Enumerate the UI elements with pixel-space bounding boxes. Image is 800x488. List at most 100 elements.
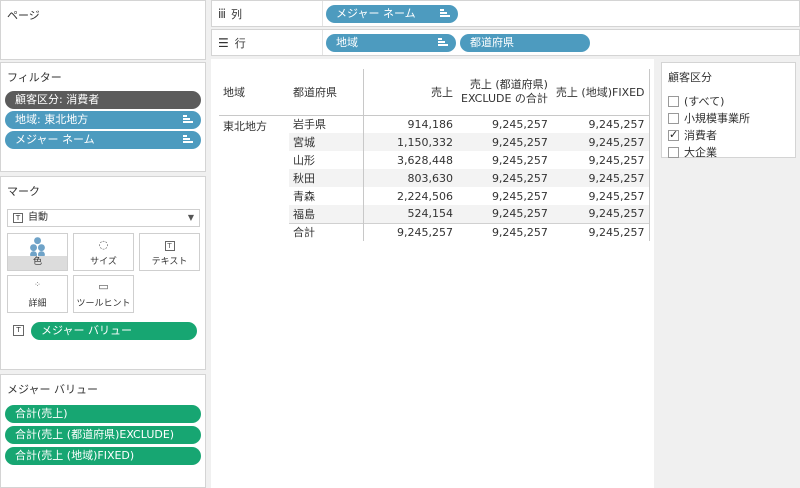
columns-shelf[interactable]: iii 列 メジャー ネーム [211,0,800,27]
rows-label-text: 行 [234,37,246,50]
crosstab-table: 地域 都道府県 売上 売上 (都道府県) EXCLUDE の合計 売上 (地域)… [219,69,650,241]
customer-segment-title: 顧客区分 [668,71,712,84]
header-region[interactable]: 地域 [219,69,289,116]
measure-pill-sum-fixed[interactable]: 合計(売上 (地域)FIXED) [5,447,201,465]
pill-label: 地域: 東北地方 [15,113,89,126]
mark-type-dropdown[interactable]: T 自動 ▼ [7,209,200,227]
columns-pill-measure-names[interactable]: メジャー ネーム [326,5,458,23]
total-sales-cell[interactable]: 9,245,257 [363,222,457,241]
pill-label: 合計(売上 (都道府県)EXCLUDE) [15,428,175,441]
checkbox-checked[interactable] [668,128,679,141]
size-button-label: サイズ [90,257,117,267]
filter-option-consumer[interactable]: 消費者 [668,127,717,143]
sort-icon [438,38,448,48]
header-fixed[interactable]: 売上 (地域)FIXED [551,69,650,116]
marks-pill-measure-values[interactable]: メジャー バリュー [31,322,197,340]
pages-panel-title: ページ [7,9,40,22]
customer-segment-filter-card[interactable]: 顧客区分 (すべて) 小規模事業所 消費者 大企業 [661,62,796,160]
pill-label: 顧客区分: 消費者 [15,93,100,106]
total-exclude-cell[interactable]: 9,245,257 [457,222,552,241]
tooltip-button-label: ツールヒント [76,299,131,309]
prefecture-cell[interactable]: 山形 [289,151,364,169]
exclude-cell[interactable]: 9,245,257 [457,187,552,205]
filter-pill-measure-names[interactable]: メジャー ネーム [5,131,201,149]
filter-pill-region[interactable]: 地域: 東北地方 [5,111,201,129]
rows-icon: ☰ [218,36,229,50]
fixed-cell[interactable]: 9,245,257 [551,115,650,133]
sales-cell[interactable]: 3,628,448 [363,151,457,169]
prefecture-cell[interactable]: 秋田 [289,169,364,187]
checkbox[interactable] [668,112,679,124]
total-label-cell[interactable]: 合計 [289,222,364,241]
header-sales[interactable]: 売上 [363,69,457,116]
filters-panel-title: フィルター [7,71,62,84]
shelf-divider [322,30,323,55]
exclude-cell[interactable]: 9,245,257 [457,205,552,223]
size-button[interactable]: ◌ サイズ [73,233,134,271]
filter-option-label: 小規模事業所 [684,112,750,125]
header-row: 地域 都道府県 売上 売上 (都道府県) EXCLUDE の合計 売上 (地域)… [219,69,650,116]
filter-option-small-business[interactable]: 小規模事業所 [668,110,750,126]
pill-label: 合計(売上) [15,407,68,420]
fixed-cell[interactable]: 9,245,257 [551,169,650,187]
text-button-label: テキスト [151,257,188,267]
header-exclude-line2: EXCLUDE の合計 [461,91,548,105]
checkbox[interactable] [668,95,679,107]
filters-panel[interactable]: フィルター 顧客区分: 消費者 地域: 東北地方 メジャー ネーム [0,62,206,172]
sort-icon [440,9,450,19]
fixed-cell[interactable]: 9,245,257 [551,205,650,223]
prefecture-cell[interactable]: 福島 [289,205,364,223]
tooltip-button[interactable]: ▭ ツールヒント [73,275,134,313]
measure-pill-sum-exclude[interactable]: 合計(売上 (都道府県)EXCLUDE) [5,426,201,444]
tooltip-icon: ▭ [98,280,109,293]
detail-dots-icon: ⁘ [34,280,41,289]
size-icon: ◌ [98,238,109,251]
exclude-cell[interactable]: 9,245,257 [457,151,552,169]
sales-cell[interactable]: 803,630 [363,169,457,187]
sales-cell[interactable]: 1,150,332 [363,133,457,151]
rows-shelf-label: ☰ 行 [218,35,246,51]
filter-pill-customer-segment[interactable]: 顧客区分: 消費者 [5,91,201,109]
text-encoding-icon: T [13,325,24,336]
chevron-down-icon: ▼ [187,213,194,222]
pill-label: メジャー ネーム [336,7,416,20]
sales-cell[interactable]: 914,186 [363,115,457,133]
filter-option-all[interactable]: (すべて) [668,93,724,109]
pill-label: メジャー ネーム [15,133,95,146]
sales-cell[interactable]: 2,224,506 [363,187,457,205]
marks-panel[interactable]: マーク T 自動 ▼ ● ●● ●● 色 ◌ サイズ T テキスト ⁘ 詳細 ▭ ツ… [0,176,206,370]
sales-cell[interactable]: 524,154 [363,205,457,223]
rows-pill-prefecture[interactable]: 都道府県 [460,34,590,52]
text-button[interactable]: T テキスト [139,233,200,271]
prefecture-cell[interactable]: 青森 [289,187,364,205]
sort-icon [183,115,193,125]
measure-pill-sum-sales[interactable]: 合計(売上) [5,405,201,423]
filter-option-enterprise[interactable]: 大企業 [668,144,717,160]
exclude-cell[interactable]: 9,245,257 [457,115,552,133]
rows-shelf[interactable]: ☰ 行 地域 都道府県 [211,29,800,56]
prefecture-cell[interactable]: 宮城 [289,133,364,151]
fixed-cell[interactable]: 9,245,257 [551,187,650,205]
checkbox[interactable] [668,146,679,158]
measure-values-panel[interactable]: メジャー バリュー 合計(売上) 合計(売上 (都道府県)EXCLUDE) 合計… [0,374,206,488]
exclude-cell[interactable]: 9,245,257 [457,133,552,151]
fixed-cell[interactable]: 9,245,257 [551,133,650,151]
columns-label-text: 列 [231,8,243,21]
total-fixed-cell[interactable]: 9,245,257 [551,222,650,241]
region-cell[interactable]: 東北地方 [219,115,289,241]
color-button[interactable]: ● ●● ●● 色 [7,233,68,271]
detail-button[interactable]: ⁘ 詳細 [7,275,68,313]
viz-canvas[interactable]: 地域 都道府県 売上 売上 (都道府県) EXCLUDE の合計 売上 (地域)… [211,59,654,488]
header-exclude[interactable]: 売上 (都道府県) EXCLUDE の合計 [457,69,552,116]
fixed-cell[interactable]: 9,245,257 [551,151,650,169]
header-exclude-line1: 売上 (都道府県) [469,77,548,91]
rows-pill-region[interactable]: 地域 [326,34,456,52]
pill-label: 都道府県 [470,36,514,49]
pages-panel[interactable]: ページ [0,0,206,60]
prefecture-cell[interactable]: 岩手県 [289,115,364,133]
exclude-cell[interactable]: 9,245,257 [457,169,552,187]
header-prefecture[interactable]: 都道府県 [289,69,364,116]
mark-type-value: 自動 [28,212,48,223]
pill-label: 地域 [336,36,358,49]
text-icon: T [140,238,199,251]
